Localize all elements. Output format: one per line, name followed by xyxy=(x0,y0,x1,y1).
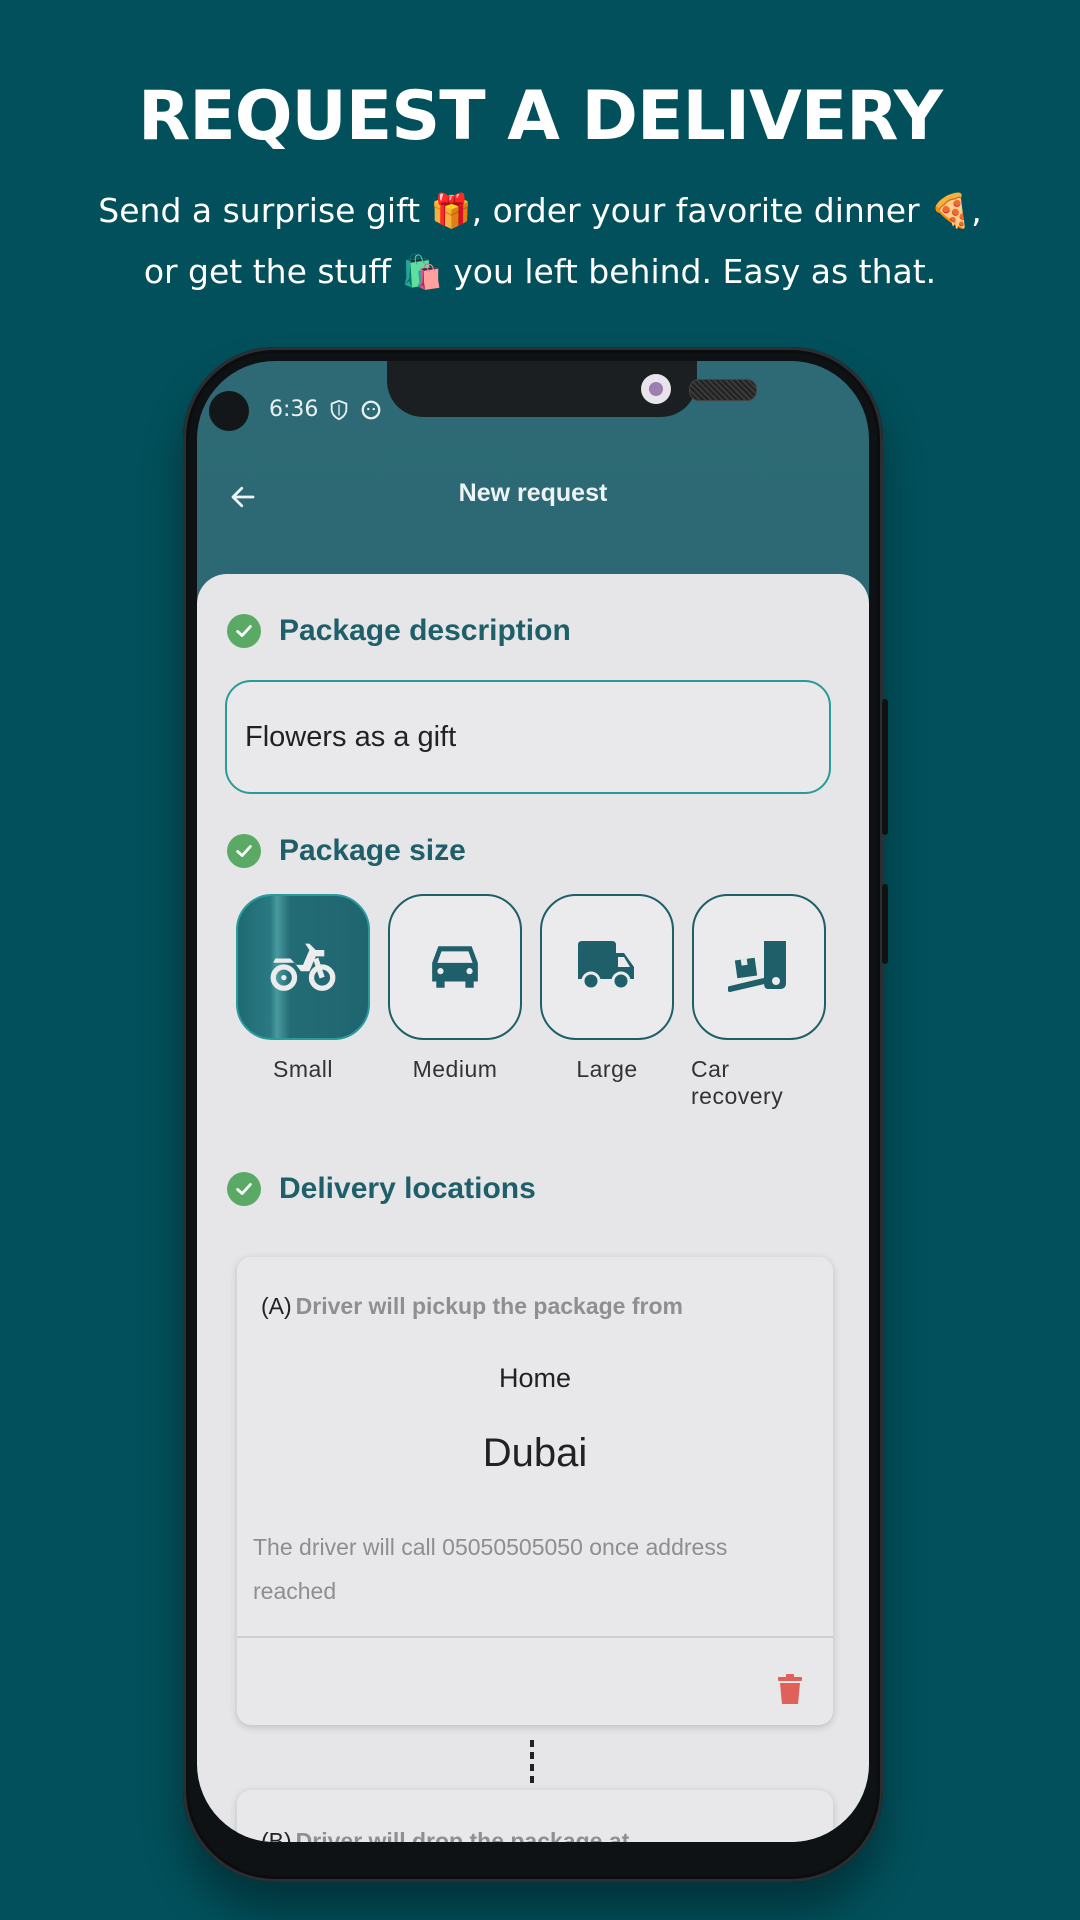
pickup-heading: (A) Driver will pickup the package from xyxy=(261,1293,683,1320)
pickup-city: Dubai xyxy=(482,1431,588,1475)
notch xyxy=(387,361,757,417)
truck-icon xyxy=(578,941,634,991)
size-tile[interactable] xyxy=(692,894,826,1040)
section-title: Delivery locations xyxy=(279,1172,536,1205)
size-tile[interactable] xyxy=(540,894,674,1040)
app-notification-icon xyxy=(362,400,381,419)
divider xyxy=(237,1636,833,1638)
app-bar: New request xyxy=(197,461,869,541)
car-icon xyxy=(432,946,478,988)
section-header-size: Package size xyxy=(227,834,466,868)
size-option-large[interactable]: Large xyxy=(539,894,675,1110)
size-option-medium[interactable]: Medium xyxy=(387,894,523,1110)
speaker-grille xyxy=(689,379,757,401)
package-description-value: Flowers as a gift xyxy=(245,720,457,753)
phone-screen: 6:36 New request Package description Flo… xyxy=(197,361,869,1842)
dropoff-tag: (B) xyxy=(261,1828,292,1842)
size-tile[interactable] xyxy=(236,894,370,1040)
route-connector xyxy=(530,1740,534,1788)
pickup-name: Home xyxy=(498,1363,572,1393)
package-description-input[interactable]: Flowers as a gift xyxy=(225,680,831,794)
request-form: Package description Flowers as a gift Pa… xyxy=(197,574,869,1842)
dropoff-location-card[interactable]: (B) Driver will drop the package at xyxy=(237,1790,833,1842)
page-title: New request xyxy=(458,479,608,507)
pickup-location-card[interactable]: (A) Driver will pickup the package from H… xyxy=(237,1257,833,1725)
tow-truck-icon xyxy=(728,941,786,992)
hero-subtitle: Send a surprise gift 🎁, order your favor… xyxy=(98,191,982,291)
section-title: Package size xyxy=(279,834,466,867)
check-circle-icon xyxy=(227,1172,261,1206)
dropoff-heading: (B) Driver will drop the package at xyxy=(261,1828,629,1842)
trash-icon xyxy=(778,1674,802,1704)
check-circle-icon xyxy=(227,834,261,868)
delete-location-button[interactable] xyxy=(777,1673,803,1705)
size-label: Small xyxy=(272,1056,333,1082)
pickup-lead: Driver will pickup the package from xyxy=(295,1293,683,1319)
status-time: 6:36 xyxy=(269,397,319,422)
pickup-note: The driver will call 05050505050 once ad… xyxy=(253,1534,728,1604)
size-label: Large xyxy=(576,1056,638,1082)
volume-button xyxy=(882,699,888,835)
dropoff-lead: Driver will drop the package at xyxy=(295,1828,630,1842)
shield-icon xyxy=(331,399,348,420)
pickup-tag: (A) xyxy=(261,1293,292,1319)
package-size-options: Small Medium Large Car recovery xyxy=(235,894,827,1110)
size-label: Medium xyxy=(412,1056,498,1082)
size-option-car-recovery[interactable]: Car recovery xyxy=(691,894,827,1110)
check-circle-icon xyxy=(227,614,261,648)
phone-mockup: 6:36 New request Package description Flo… xyxy=(183,347,888,1882)
section-header-description: Package description xyxy=(227,614,571,648)
motorcycle-icon xyxy=(270,943,336,991)
camera-icon xyxy=(641,374,671,404)
power-button xyxy=(882,884,888,964)
size-option-small[interactable]: Small xyxy=(235,894,371,1110)
size-tile[interactable] xyxy=(388,894,522,1040)
punch-hole xyxy=(209,391,249,431)
section-title: Package description xyxy=(279,614,571,647)
size-label: Car recovery xyxy=(691,1056,784,1109)
hero-title: REQUEST A DELIVERY xyxy=(137,77,943,156)
section-header-locations: Delivery locations xyxy=(227,1172,536,1206)
status-bar: 6:36 xyxy=(269,397,382,422)
